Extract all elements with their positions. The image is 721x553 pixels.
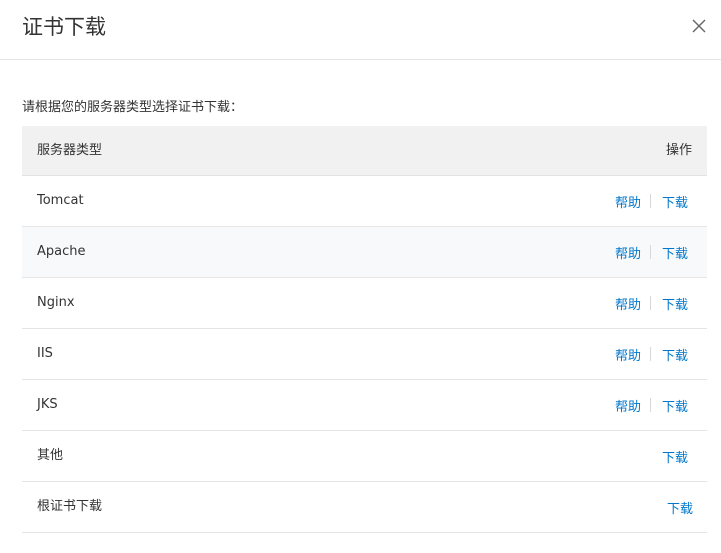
help-link[interactable]: 帮助 <box>615 192 641 211</box>
server-type-table: 服务器类型 操作 Tomcat 帮助 下载 Apache 帮助 下载 Nginx… <box>22 126 707 533</box>
server-name: JKS <box>37 397 58 412</box>
table-row-tomcat: Tomcat 帮助 下载 <box>22 176 707 227</box>
row-actions: 下载 <box>662 431 688 481</box>
action-divider <box>649 296 651 310</box>
action-divider <box>649 245 651 259</box>
row-actions: 帮助 下载 <box>615 227 688 277</box>
dialog-title: 证书下载 <box>22 15 106 39</box>
table-row-other: 其他 下载 <box>22 431 707 482</box>
action-divider <box>649 347 651 361</box>
row-actions: 帮助 下载 <box>615 176 688 226</box>
download-link[interactable]: 下载 <box>662 243 688 262</box>
row-actions: 帮助 下载 <box>615 329 688 379</box>
server-name: Apache <box>37 244 86 259</box>
download-link[interactable]: 下载 <box>662 192 688 211</box>
action-divider <box>649 398 651 412</box>
server-name: 其他 <box>37 448 64 463</box>
table-row-iis: IIS 帮助 下载 <box>22 329 707 380</box>
download-link[interactable]: 下载 <box>667 498 693 517</box>
dialog-header: 证书下载 <box>0 0 721 60</box>
column-header-server-type: 服务器类型 <box>37 143 103 158</box>
help-link[interactable]: 帮助 <box>615 243 641 262</box>
close-icon[interactable] <box>688 15 710 37</box>
table-row-root-certificate: 根证书下载 下载 <box>22 482 707 533</box>
table-row-apache: Apache 帮助 下载 <box>22 227 707 278</box>
download-link[interactable]: 下载 <box>662 447 688 466</box>
action-divider <box>649 194 651 208</box>
certificate-download-dialog: 证书下载 请根据您的服务器类型选择证书下载： 服务器类型 操作 Tomcat 帮… <box>0 0 721 553</box>
column-header-operation: 操作 <box>665 143 692 158</box>
server-name: Nginx <box>37 295 75 310</box>
row-actions: 下载 <box>667 482 693 532</box>
download-link[interactable]: 下载 <box>662 345 688 364</box>
help-link[interactable]: 帮助 <box>615 294 641 313</box>
row-actions: 帮助 下载 <box>615 380 688 430</box>
server-name: Tomcat <box>37 193 84 208</box>
row-actions: 帮助 下载 <box>615 278 688 328</box>
server-name: 根证书下载 <box>37 499 103 514</box>
download-link[interactable]: 下载 <box>662 396 688 415</box>
server-name: IIS <box>37 346 53 361</box>
table-header: 服务器类型 操作 <box>22 126 707 176</box>
table-row-jks: JKS 帮助 下载 <box>22 380 707 431</box>
help-link[interactable]: 帮助 <box>615 345 641 364</box>
help-link[interactable]: 帮助 <box>615 396 641 415</box>
download-link[interactable]: 下载 <box>662 294 688 313</box>
table-row-nginx: Nginx 帮助 下载 <box>22 278 707 329</box>
instruction-text: 请根据您的服务器类型选择证书下载： <box>22 100 244 115</box>
